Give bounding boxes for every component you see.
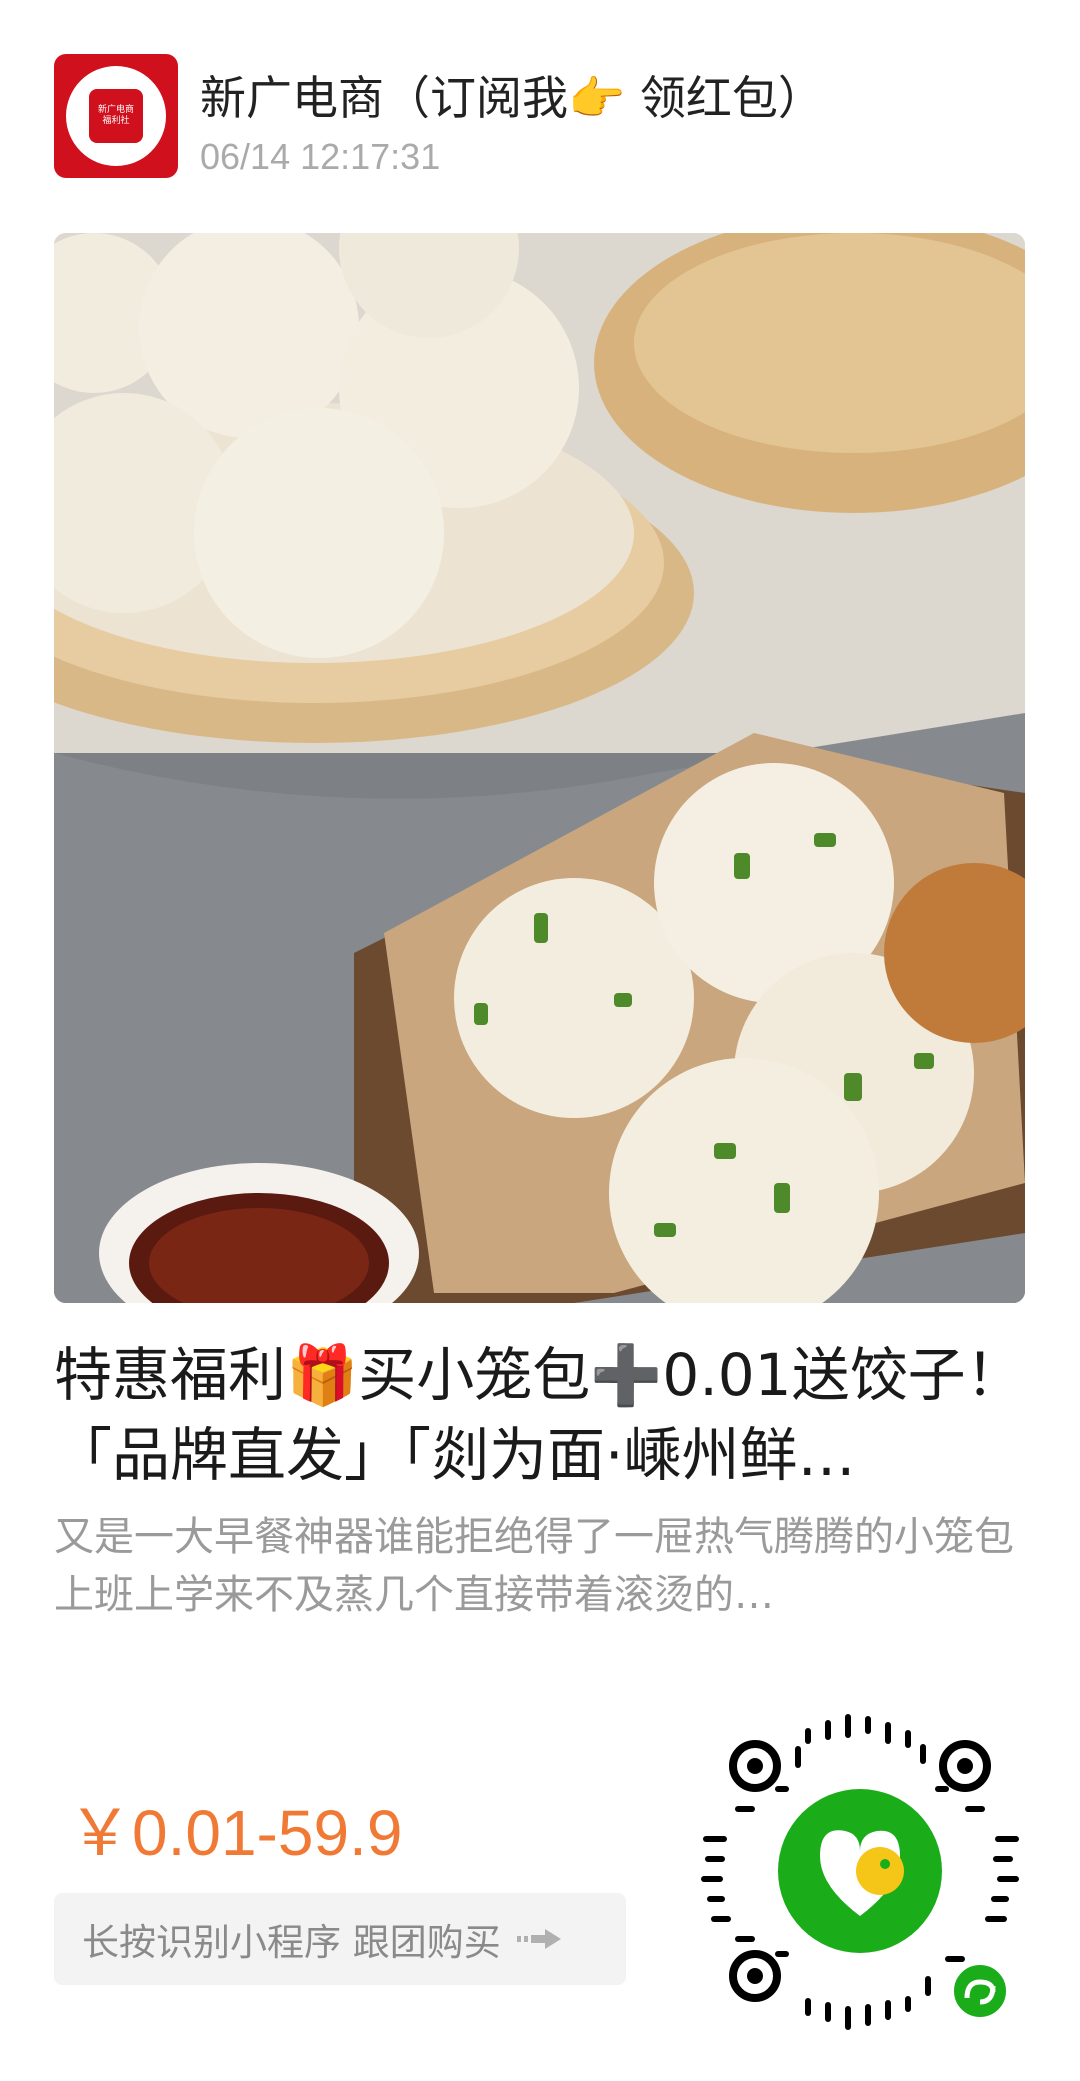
post-title[interactable]: 特惠福利🎁买小笼包➕0.01送饺子！「品牌直发」「剡为面·嵊州鲜… [54, 1335, 1025, 1495]
author-avatar[interactable]: 新广电商 福利社 [54, 54, 178, 178]
post-timestamp: 06/14 12:17:31 [200, 136, 441, 177]
mini-program-qr-code[interactable] [695, 1706, 1025, 2036]
qr-code-graphic [701, 1714, 1019, 2030]
price-range: ￥0.01-59.9 [68, 1797, 403, 1869]
action-label: 长按识别小程序 跟团购买 [82, 1921, 501, 1964]
avatar-logo: 新广电商 福利社 [89, 89, 143, 143]
arrow-right-icon [516, 1929, 561, 1949]
mini-program-button[interactable]: 长按识别小程序 跟团购买 [54, 1893, 626, 1985]
product-photo[interactable] [54, 233, 1025, 1303]
post-description[interactable]: 又是一大早餐神器谁能拒绝得了一屉热气腾腾的小笼包上班上学来不及蒸几个直接带着滚烫… [54, 1508, 1025, 1624]
buns-photo-illustration [54, 233, 1025, 1303]
author-name[interactable]: 新广电商（订阅我👉 领红包） [200, 62, 824, 128]
